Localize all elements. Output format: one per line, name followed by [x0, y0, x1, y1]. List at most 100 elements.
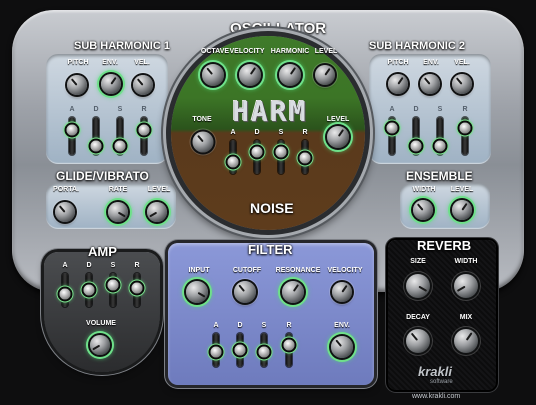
amp-r-slider[interactable]: [131, 282, 143, 294]
osc-harmonic-knob[interactable]: [279, 64, 301, 86]
ensemble-level-label: LEVEL: [450, 186, 474, 193]
sub1-title: SUB HARMONIC 1: [74, 40, 170, 52]
harm-logo-text: HARM: [232, 94, 308, 128]
sub2-vel-knob[interactable]: [452, 74, 472, 94]
reverb-width-knob[interactable]: [454, 274, 478, 298]
noise-a-label: A: [230, 129, 236, 136]
website-url[interactable]: www.krakli.com: [412, 393, 460, 400]
amp-d-slider[interactable]: [83, 284, 95, 296]
ensemble-level-knob[interactable]: [452, 200, 472, 220]
sub1-s-slider[interactable]: [114, 140, 126, 152]
filter-d-slider[interactable]: [234, 344, 246, 356]
sub2-d-label: D: [413, 106, 419, 113]
reverb-mix-knob[interactable]: [454, 329, 478, 353]
filter-panel: [168, 243, 374, 385]
filter-velocity-knob[interactable]: [332, 282, 352, 302]
reverb-size-knob[interactable]: [406, 274, 430, 298]
ensemble-width-label: WIDTH: [412, 186, 436, 193]
noise-r-label: R: [302, 129, 308, 136]
noise-s-label: S: [278, 129, 284, 136]
reverb-decay-label: DECAY: [406, 314, 430, 321]
noise-tone-label: TONE: [192, 116, 212, 123]
brand-sub: software: [430, 379, 453, 385]
osc-octave-knob[interactable]: [202, 64, 224, 86]
noise-level-label: LEVEL: [326, 116, 350, 123]
sub1-env-knob[interactable]: [101, 74, 121, 94]
ensemble-title: ENSEMBLE: [406, 169, 473, 183]
sub1-pitch-knob[interactable]: [67, 75, 87, 95]
sub2-panel: [369, 54, 491, 164]
filter-r-label: R: [286, 322, 292, 329]
glide-level-label: LEVEL: [147, 186, 171, 193]
amp-volume-knob[interactable]: [90, 335, 110, 355]
ensemble-width-knob[interactable]: [413, 200, 433, 220]
amp-s-label: S: [110, 262, 116, 269]
osc-octave-label: OCTAVE: [200, 48, 230, 55]
filter-title: FILTER: [248, 242, 293, 257]
filter-env-label: ENV.: [334, 322, 350, 329]
filter-cutoff-knob[interactable]: [234, 281, 256, 303]
glide-porta-knob[interactable]: [55, 202, 75, 222]
brand-name: krakli: [418, 364, 452, 379]
noise-d-label: D: [254, 129, 260, 136]
amp-title: AMP: [88, 244, 117, 259]
noise-title: NOISE: [250, 200, 294, 216]
filter-r-slider[interactable]: [283, 339, 295, 351]
sub2-r-label: R: [462, 106, 468, 113]
reverb-size-label: SIZE: [410, 258, 426, 265]
glide-title: GLIDE/VIBRATO: [56, 169, 149, 183]
sub1-r-label: R: [141, 106, 147, 113]
osc-velocity-knob[interactable]: [239, 64, 261, 86]
reverb-mix-label: MIX: [459, 314, 473, 321]
reverb-title: REVERB: [417, 238, 472, 253]
filter-a-label: A: [213, 322, 219, 329]
sub1-a-slider[interactable]: [66, 124, 78, 136]
sub1-vel-knob[interactable]: [133, 75, 153, 95]
sub1-panel: [46, 54, 168, 164]
osc-level-knob[interactable]: [315, 65, 335, 85]
reverb-decay-knob[interactable]: [406, 329, 430, 353]
amp-r-label: R: [134, 262, 140, 269]
filter-resonance-knob[interactable]: [282, 281, 304, 303]
osc-harmonic-label: HARMONIC: [270, 48, 310, 55]
amp-a-slider[interactable]: [59, 288, 71, 300]
sub2-d-slider[interactable]: [410, 140, 422, 152]
filter-velocity-label: VELOCITY: [327, 267, 363, 274]
sub2-a-slider[interactable]: [386, 122, 398, 134]
sub1-r-slider-track: [141, 117, 147, 155]
filter-env-knob[interactable]: [331, 336, 353, 358]
osc-level-label: LEVEL: [314, 48, 338, 55]
filter-resonance-label: RESONANCE: [275, 267, 321, 274]
sub2-r-slider[interactable]: [459, 122, 471, 134]
amp-volume-label: VOLUME: [86, 320, 116, 327]
glide-porta-label: PORTA.: [53, 186, 79, 193]
noise-a-slider[interactable]: [227, 156, 239, 168]
sub2-vel-label: VEL.: [454, 59, 470, 66]
noise-r-slider[interactable]: [299, 152, 311, 164]
sub1-d-slider[interactable]: [90, 140, 102, 152]
osc-velocity-label: VELOCITY: [229, 48, 265, 55]
filter-cutoff-label: CUTOFF: [232, 267, 262, 274]
filter-s-label: S: [261, 322, 267, 329]
glide-rate-knob[interactable]: [108, 202, 128, 222]
noise-s-slider[interactable]: [275, 146, 287, 158]
sub2-env-knob[interactable]: [420, 74, 440, 94]
harm-logo: HARM: [223, 94, 317, 128]
sub2-a-label: A: [389, 106, 395, 113]
amp-s-slider[interactable]: [107, 279, 119, 291]
filter-a-slider[interactable]: [210, 346, 222, 358]
noise-tone-knob[interactable]: [192, 131, 214, 153]
noise-d-slider[interactable]: [251, 146, 263, 158]
sub2-title: SUB HARMONIC 2: [369, 40, 465, 52]
sub1-a-label: A: [69, 106, 75, 113]
filter-input-knob[interactable]: [186, 281, 208, 303]
sub1-r-slider[interactable]: [138, 124, 150, 136]
noise-level-knob[interactable]: [327, 126, 349, 148]
glide-level-knob[interactable]: [147, 202, 167, 222]
filter-s-slider[interactable]: [258, 346, 270, 358]
sub2-pitch-knob[interactable]: [388, 74, 408, 94]
oscillator-title: OSCILLATOR: [230, 20, 327, 37]
filter-d-label: D: [237, 322, 243, 329]
sub2-s-slider[interactable]: [434, 140, 446, 152]
sub2-env-label: ENV.: [423, 59, 439, 66]
